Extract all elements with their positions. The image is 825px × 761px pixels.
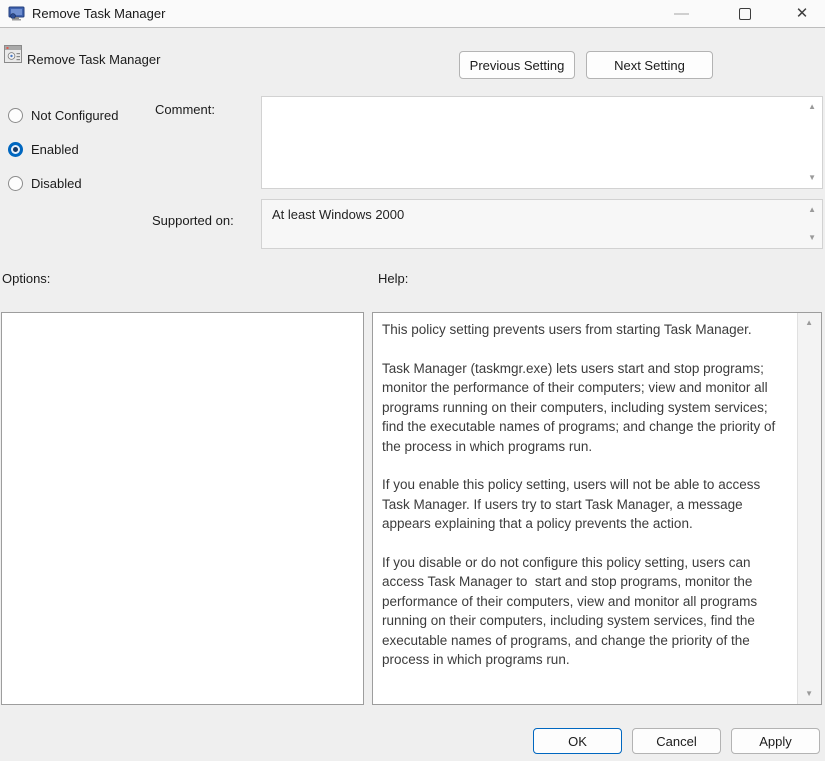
radio-disabled[interactable]: Disabled	[8, 175, 82, 191]
radio-button-icon[interactable]	[8, 142, 23, 157]
scroll-down-icon[interactable]: ▼	[805, 690, 813, 698]
titlebar[interactable]: Remove Task Manager ✕	[0, 0, 825, 28]
help-paragraph: Task Manager (taskmgr.exe) lets users st…	[382, 359, 791, 457]
radio-not-configured[interactable]: Not Configured	[8, 107, 118, 123]
scroll-down-icon[interactable]: ▼	[808, 234, 816, 242]
policy-setting-icon	[4, 45, 22, 68]
radio-label: Enabled	[31, 142, 79, 157]
comment-textarea[interactable]: ▲ ▼	[261, 96, 823, 189]
radio-enabled[interactable]: Enabled	[8, 141, 79, 157]
scroll-up-icon[interactable]: ▲	[808, 103, 816, 111]
help-paragraph: If you enable this policy setting, users…	[382, 475, 791, 534]
help-paragraph: If you disable or do not configure this …	[382, 553, 791, 670]
policy-setting-name: Remove Task Manager	[27, 52, 160, 67]
minimize-button[interactable]	[658, 0, 704, 27]
next-setting-button[interactable]: Next Setting	[586, 51, 713, 79]
ok-button[interactable]: OK	[533, 728, 622, 754]
help-text: This policy setting prevents users from …	[373, 313, 797, 704]
help-label: Help:	[378, 271, 408, 286]
radio-button-icon[interactable]	[8, 108, 23, 123]
supported-on-value: At least Windows 2000	[272, 207, 404, 222]
radio-button-icon[interactable]	[8, 176, 23, 191]
window-title: Remove Task Manager	[32, 6, 165, 21]
scroll-down-icon[interactable]: ▼	[808, 174, 816, 182]
previous-setting-button[interactable]: Previous Setting	[459, 51, 575, 79]
help-paragraph: This policy setting prevents users from …	[382, 320, 791, 340]
comment-label: Comment:	[155, 102, 215, 117]
gpedit-app-icon	[8, 6, 26, 27]
options-label: Options:	[2, 271, 50, 286]
minimize-icon	[674, 13, 689, 15]
scroll-up-icon[interactable]: ▲	[808, 206, 816, 214]
supported-on-field: At least Windows 2000 ▲ ▼	[261, 199, 823, 249]
apply-button[interactable]: Apply	[731, 728, 820, 754]
maximize-icon	[739, 8, 751, 20]
help-scrollbar[interactable]: ▲ ▼	[797, 313, 821, 704]
scroll-up-icon[interactable]: ▲	[805, 319, 813, 327]
supported-on-label: Supported on:	[152, 213, 234, 228]
radio-label: Not Configured	[31, 108, 118, 123]
maximize-button[interactable]	[722, 0, 768, 27]
radio-label: Disabled	[31, 176, 82, 191]
help-pane[interactable]: This policy setting prevents users from …	[372, 312, 822, 705]
close-icon: ✕	[796, 6, 809, 21]
cancel-button[interactable]: Cancel	[632, 728, 721, 754]
options-pane	[1, 312, 364, 705]
close-button[interactable]: ✕	[779, 0, 825, 27]
policy-setting-dialog: Remove Task Manager ✕ Remove Task Manage…	[0, 0, 825, 761]
